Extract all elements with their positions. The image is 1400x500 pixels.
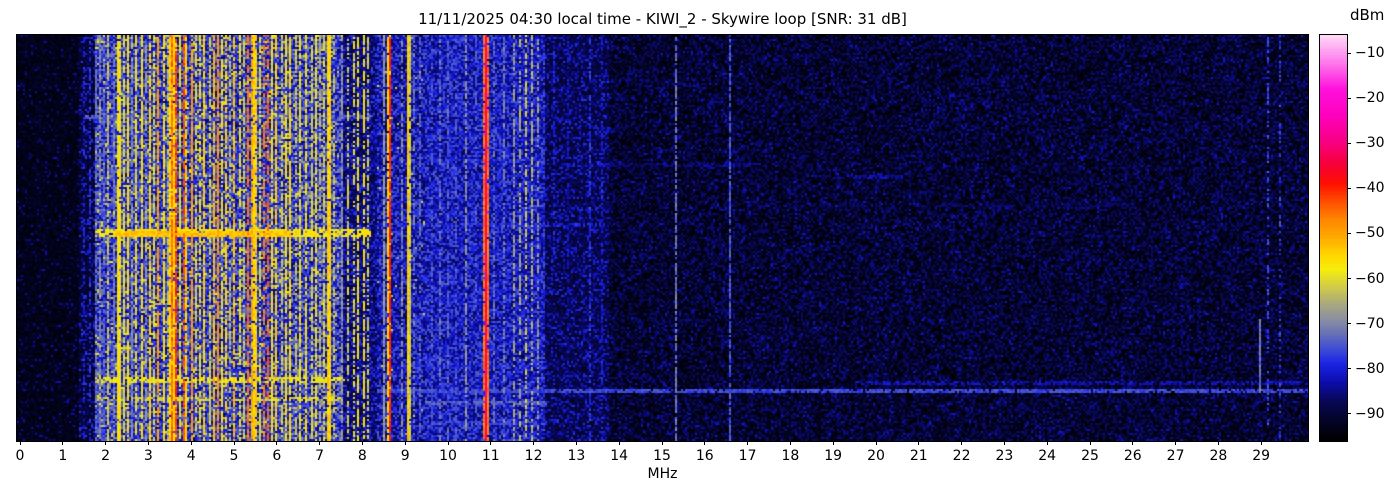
colorbar-tick-label: −50 (1355, 225, 1385, 242)
colorbar-tick-label: −90 (1355, 405, 1385, 422)
x-axis-tick (62, 441, 64, 445)
colorbar-tick (1347, 278, 1351, 280)
x-axis-tick (233, 441, 235, 445)
x-axis-tick (704, 441, 706, 445)
x-axis-tick-label: 27 (1166, 448, 1185, 464)
x-axis-tick (1217, 441, 1219, 445)
x-axis-tick-label: 26 (1123, 448, 1142, 464)
x-axis-tick-label: 11 (481, 448, 500, 464)
colorbar-tick (1347, 97, 1351, 99)
x-axis-tick (1003, 441, 1005, 445)
x-axis-tick (575, 441, 577, 445)
waterfall-frame (16, 34, 1309, 442)
x-axis-tick (618, 441, 620, 445)
x-axis-tick (832, 441, 834, 445)
x-axis-tick (447, 441, 449, 445)
x-axis-tick (147, 441, 149, 445)
spectrogram-figure: 11/11/2025 04:30 local time - KIWI_2 - S… (0, 0, 1400, 500)
colorbar-tick-label: −20 (1355, 90, 1385, 107)
colorbar-tick-label: −60 (1355, 270, 1385, 287)
x-axis-tick-label: 12 (524, 448, 543, 464)
colorbar-tick-label: −40 (1355, 180, 1385, 197)
colorbar-tick-label: −80 (1355, 360, 1385, 377)
x-axis-tick-label: 25 (1081, 448, 1099, 464)
x-axis-tick (1046, 441, 1048, 445)
x-axis-label: MHz (647, 466, 678, 482)
x-axis-tick (490, 441, 492, 445)
x-axis-tick (276, 441, 278, 445)
x-axis-tick-label: 21 (909, 448, 928, 464)
colorbar-tick-label: −10 (1355, 45, 1385, 62)
x-axis-tick-label: 7 (315, 448, 325, 464)
colorbar-tick (1347, 187, 1351, 189)
x-axis-tick-label: 1 (58, 448, 68, 464)
x-axis-tick (190, 441, 192, 445)
chart-title: 11/11/2025 04:30 local time - KIWI_2 - S… (418, 10, 907, 28)
x-axis-tick (1132, 441, 1134, 445)
x-axis-tick (1260, 441, 1262, 445)
x-axis-tick (19, 441, 21, 445)
x-axis-tick (361, 441, 363, 445)
x-axis-tick (918, 441, 920, 445)
x-axis-tick-label: 29 (1252, 448, 1271, 464)
x-axis-tick-label: 9 (400, 448, 410, 464)
x-axis-tick (961, 441, 963, 445)
x-axis-tick (319, 441, 321, 445)
x-axis-tick-label: 5 (229, 448, 239, 464)
x-axis-tick (105, 441, 107, 445)
waterfall-heatmap (17, 35, 1308, 441)
x-axis-tick-label: 4 (186, 448, 196, 464)
x-axis-tick (533, 441, 535, 445)
x-axis-tick-label: 2 (101, 448, 111, 464)
x-axis-tick-label: 19 (824, 448, 843, 464)
colorbar-gradient (1320, 35, 1347, 441)
x-axis-tick-label: 8 (357, 448, 367, 464)
x-axis-tick-label: 24 (1038, 448, 1057, 464)
x-axis-tick (789, 441, 791, 445)
x-axis-tick-label: 14 (610, 448, 629, 464)
colorbar-tick (1347, 142, 1351, 144)
x-axis-tick (747, 441, 749, 445)
x-axis-tick-label: 0 (15, 448, 25, 464)
x-axis-tick (404, 441, 406, 445)
x-axis-tick (1089, 441, 1091, 445)
x-axis-tick (875, 441, 877, 445)
x-axis-tick-label: 10 (439, 448, 457, 464)
x-axis-tick-label: 15 (653, 448, 671, 464)
colorbar-frame (1319, 34, 1348, 442)
x-axis-tick-label: 20 (867, 448, 885, 464)
x-axis-tick-label: 28 (1209, 448, 1228, 464)
x-axis-tick-label: 23 (995, 448, 1014, 464)
colorbar-tick (1347, 232, 1351, 234)
colorbar-tick (1347, 413, 1351, 415)
x-axis-tick-label: 17 (738, 448, 757, 464)
x-axis-tick-label: 3 (143, 448, 153, 464)
x-axis-tick-label: 22 (952, 448, 971, 464)
x-axis-tick (661, 441, 663, 445)
colorbar-tick (1347, 52, 1351, 54)
colorbar-tick (1347, 368, 1351, 370)
x-axis-tick-label: 13 (567, 448, 586, 464)
colorbar-unit-label: dBm (1350, 6, 1385, 24)
colorbar-tick-label: −70 (1355, 315, 1385, 332)
colorbar-tick-label: −30 (1355, 135, 1385, 152)
x-axis-tick-label: 6 (272, 448, 282, 464)
x-axis-tick-label: 16 (695, 448, 714, 464)
x-axis-tick (1175, 441, 1177, 445)
x-axis-tick-label: 18 (781, 448, 800, 464)
colorbar-tick (1347, 323, 1351, 325)
